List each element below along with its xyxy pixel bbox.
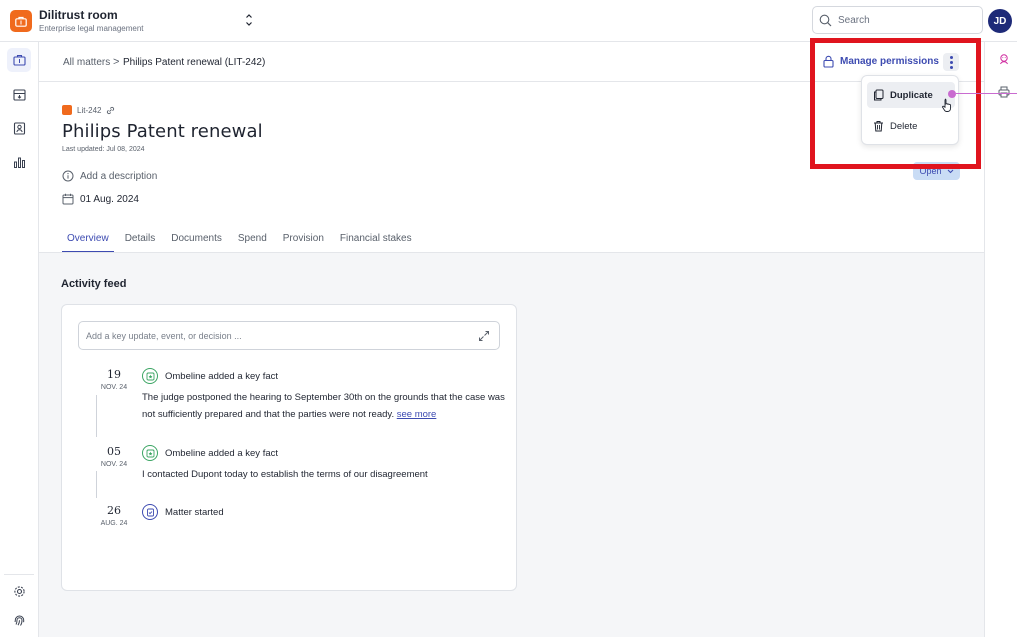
tab-provision[interactable]: Provision: [278, 228, 329, 253]
chevron-down-icon: [947, 169, 953, 173]
last-updated-text: Last updated: Jul 08, 2024: [62, 146, 145, 153]
see-more-link[interactable]: see more: [397, 409, 437, 420]
app-title: Dilitrust room: [39, 8, 118, 22]
matter-reference: Lit-242: [62, 105, 115, 115]
search-input[interactable]: [838, 14, 968, 26]
add-description-button[interactable]: Add a description: [62, 170, 157, 182]
key-update-field[interactable]: [78, 321, 500, 350]
annotation-pointer-line: [956, 93, 1017, 94]
activity-feed-title: Activity feed: [61, 278, 127, 290]
matter-date[interactable]: 01 Aug. 2024: [62, 193, 139, 205]
hand-cursor-icon: [942, 98, 951, 112]
user-avatar[interactable]: JD: [988, 9, 1012, 33]
app-switcher-button[interactable]: [243, 10, 255, 30]
nav-inbox-button[interactable]: [7, 82, 31, 106]
entry-author: Ombeline added a key fact: [165, 371, 279, 382]
app-logo[interactable]: [10, 10, 32, 32]
info-icon: [62, 170, 74, 182]
entry-author: Ombeline added a key fact: [165, 448, 279, 459]
contacts-icon: [13, 121, 25, 135]
nav-settings-button[interactable]: [7, 579, 31, 603]
entry-day: 26: [107, 504, 121, 517]
link-icon[interactable]: [106, 106, 115, 115]
nav-fingerprint-button[interactable]: [7, 608, 31, 632]
briefcase-icon: [15, 16, 27, 27]
entry-text: The judge postponed the hearing to Septe…: [142, 392, 505, 420]
key-update-input[interactable]: [86, 330, 466, 341]
tabs-divider: [39, 252, 984, 253]
tab-documents[interactable]: Documents: [166, 228, 227, 253]
rail-divider: [4, 574, 34, 575]
entry-month: NOV. 24: [100, 384, 128, 391]
entry-author: Matter started: [165, 507, 224, 518]
add-description-label: Add a description: [80, 170, 158, 182]
gear-icon: [13, 585, 25, 597]
nav-contacts-button[interactable]: [7, 116, 31, 140]
printer-icon[interactable]: [998, 86, 1010, 98]
inbox-icon: [12, 88, 26, 101]
entry-body: I contacted Dupont today to establish th…: [142, 466, 514, 483]
timeline-connector: [96, 471, 97, 498]
entry-month: NOV. 24: [100, 461, 128, 468]
entry-day: 19: [107, 368, 121, 381]
entry-text: I contacted Dupont today to establish th…: [142, 469, 428, 480]
matter-tabs: Overview Details Documents Spend Provisi…: [62, 228, 423, 253]
entry-day: 05: [107, 445, 121, 458]
tab-details[interactable]: Details: [120, 228, 161, 253]
nav-matters-button[interactable]: [7, 48, 31, 72]
matter-started-icon: [142, 504, 158, 520]
calendar-icon: [62, 193, 74, 205]
expand-icon[interactable]: [477, 329, 491, 343]
key-fact-icon: [142, 445, 158, 461]
entry-month: AUG. 24: [100, 520, 128, 527]
breadcrumb-separator: >: [113, 56, 120, 68]
breadcrumb-current: Philips Patent renewal (LIT-242): [123, 57, 266, 68]
ai-assistant-icon[interactable]: [998, 53, 1010, 65]
tab-spend[interactable]: Spend: [233, 228, 272, 253]
tab-overview[interactable]: Overview: [62, 228, 114, 253]
key-fact-icon: [142, 368, 158, 384]
bar-chart-icon: [13, 157, 25, 168]
search-icon: [819, 14, 832, 26]
activity-feed-card: 19 NOV. 24 Ombeline added a key fact The…: [61, 304, 517, 591]
entry-body: The judge postponed the hearing to Septe…: [142, 389, 514, 423]
briefcase-icon: [12, 55, 26, 66]
fingerprint-icon: [14, 615, 24, 626]
matter-date-label: 01 Aug. 2024: [80, 193, 139, 205]
timeline-connector: [96, 395, 97, 437]
left-nav-rail: [0, 42, 39, 637]
annotation-pointer-dot: [948, 90, 956, 98]
app-subtitle: Enterprise legal management: [39, 24, 144, 33]
page-title: Philips Patent renewal: [62, 121, 263, 142]
nav-analytics-button[interactable]: [7, 150, 31, 174]
chevron-up-down-icon: [246, 14, 252, 26]
top-bar: Dilitrust room Enterprise legal manageme…: [0, 0, 1017, 42]
matter-ref-id: Lit-242: [77, 105, 102, 115]
tab-financial-stakes[interactable]: Financial stakes: [335, 228, 417, 253]
litigation-icon: [62, 105, 72, 115]
search-box[interactable]: [812, 6, 983, 34]
right-panel-rail: [984, 42, 1017, 637]
breadcrumb-all-matters-link[interactable]: All matters: [63, 57, 110, 68]
highlight-annotation-box: [810, 38, 981, 169]
